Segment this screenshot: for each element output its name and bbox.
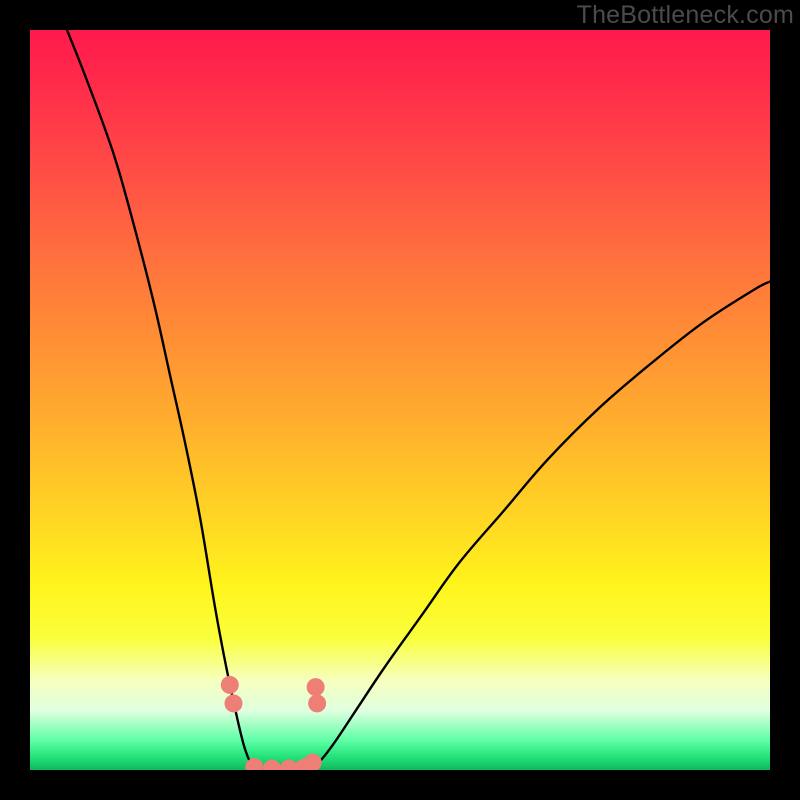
watermark-text: TheBottleneck.com bbox=[577, 1, 794, 30]
chart-container: TheBottleneck.com bbox=[0, 0, 800, 800]
plot-area bbox=[30, 30, 770, 770]
